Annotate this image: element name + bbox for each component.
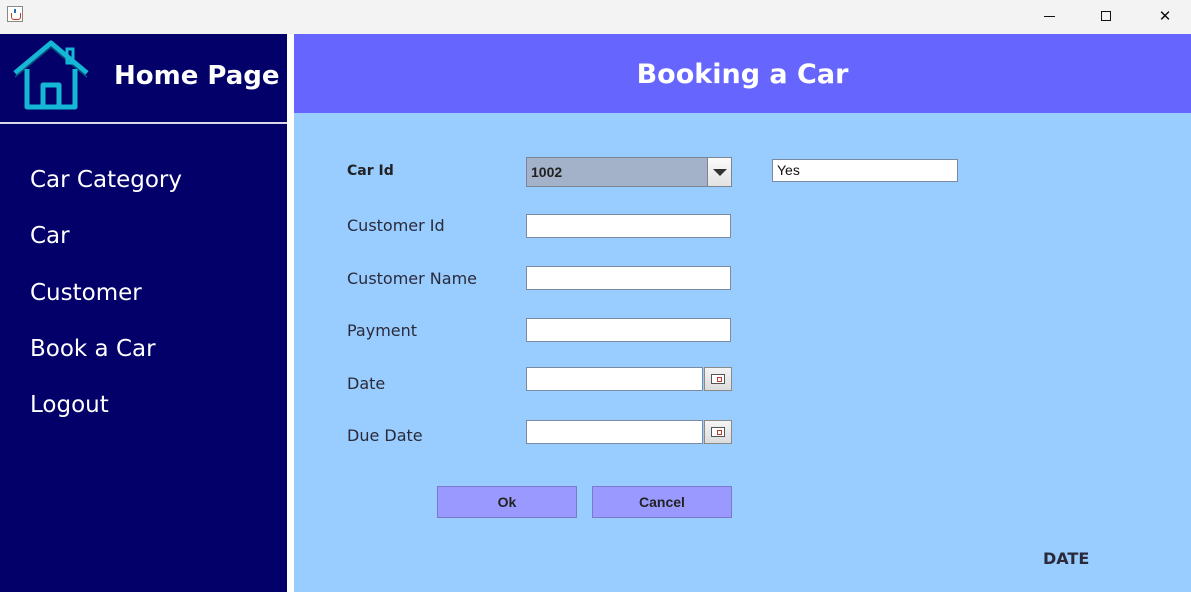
dropdown-arrow-button[interactable] [707, 158, 731, 186]
sidebar-divider [0, 122, 287, 124]
minimize-button[interactable] [1026, 0, 1072, 32]
home-header[interactable]: Home Page [0, 34, 287, 122]
car-id-label: Car Id [347, 163, 394, 179]
java-coffee-icon [7, 6, 23, 22]
sidebar-item-car[interactable]: Car [30, 221, 70, 251]
chevron-down-icon [712, 168, 727, 176]
payment-label: Payment [347, 321, 418, 340]
due-date-calendar-button[interactable] [704, 420, 732, 444]
car-id-select[interactable]: 1002 [526, 157, 732, 187]
maximize-button[interactable] [1083, 0, 1129, 32]
sidebar-item-book-a-car[interactable]: Book a Car [30, 334, 156, 364]
main-header: Booking a Car [294, 34, 1191, 113]
customer-name-label: Customer Name [347, 269, 478, 288]
close-icon: ✕ [1158, 7, 1172, 25]
house-icon [13, 40, 89, 110]
car-id-selected-value: 1002 [531, 164, 563, 180]
window-titlebar: ✕ [0, 0, 1191, 34]
page-title: Booking a Car [636, 59, 849, 90]
minimize-icon [1043, 15, 1055, 17]
date-calendar-button[interactable] [704, 367, 732, 391]
close-button[interactable]: ✕ [1142, 0, 1188, 32]
panel-separator [287, 34, 294, 592]
payment-field[interactable] [526, 318, 731, 342]
customer-id-label: Customer Id [347, 216, 445, 235]
calendar-icon [711, 427, 725, 437]
date-field[interactable] [526, 367, 703, 391]
availability-field[interactable]: Yes [772, 159, 958, 182]
maximize-icon [1101, 11, 1111, 21]
due-date-field[interactable] [526, 420, 703, 444]
home-page-title[interactable]: Home Page [114, 60, 280, 92]
cancel-button[interactable]: Cancel [592, 486, 732, 518]
sidebar-item-customer[interactable]: Customer [30, 278, 142, 308]
customer-id-field[interactable] [526, 214, 731, 238]
main-panel: Booking a Car Car Id 1002 Yes Customer I… [294, 34, 1191, 592]
sidebar-item-car-category[interactable]: Car Category [30, 165, 182, 195]
calendar-icon [711, 374, 725, 384]
ok-button[interactable]: Ok [437, 486, 577, 518]
due-date-label: Due Date [347, 426, 423, 445]
date-display: DATE [1043, 549, 1090, 568]
sidebar: Home Page Car Category Car Customer Book… [0, 34, 287, 592]
customer-name-field[interactable] [526, 266, 731, 290]
date-label: Date [347, 374, 386, 393]
sidebar-item-logout[interactable]: Logout [30, 390, 109, 420]
